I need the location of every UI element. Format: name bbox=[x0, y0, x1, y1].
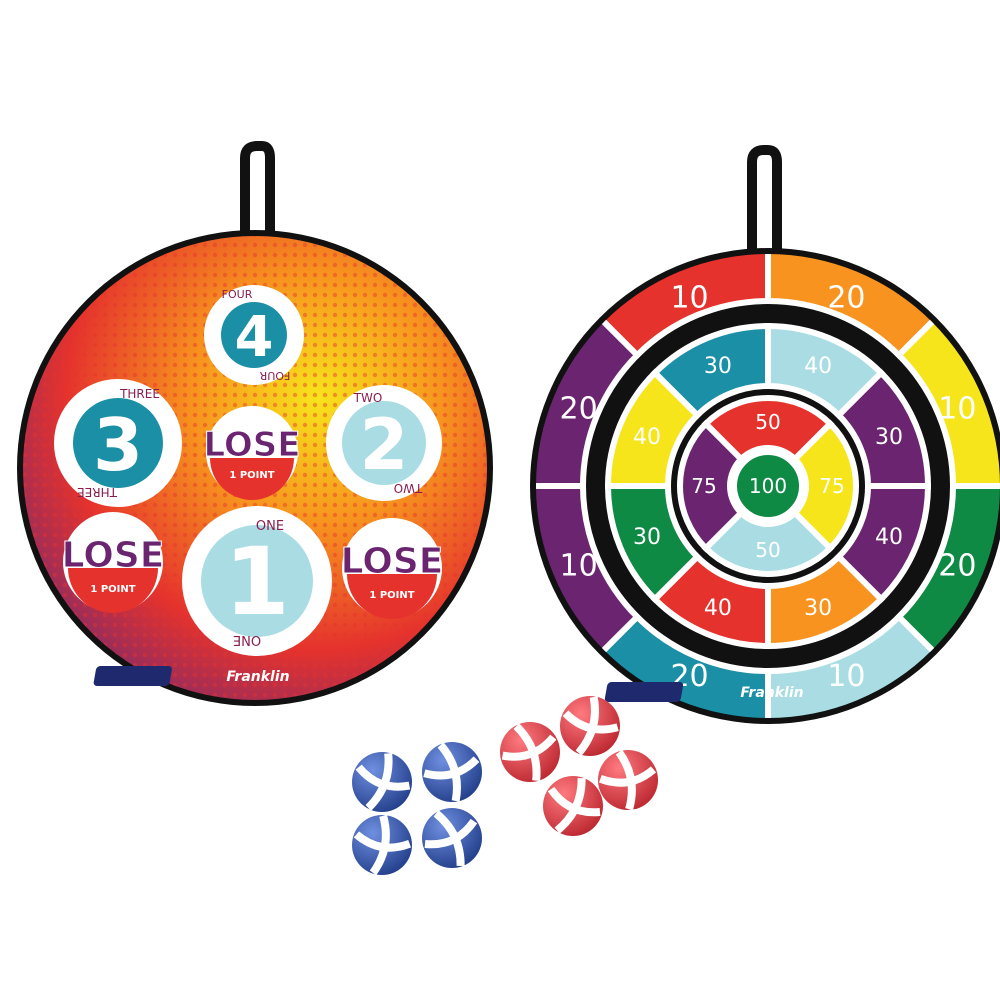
brand-text: Franklin bbox=[226, 669, 289, 685]
middle-score: 40 bbox=[804, 354, 832, 379]
target-two[interactable]: 2 TWO TWO bbox=[326, 385, 442, 501]
target-word-flipped: ONE bbox=[233, 632, 261, 647]
middle-score: 30 bbox=[875, 425, 903, 450]
middle-score: 30 bbox=[704, 354, 732, 379]
red-ball[interactable] bbox=[500, 722, 560, 782]
lose-sub: 1 POINT bbox=[369, 590, 414, 601]
inner-score: 75 bbox=[691, 474, 716, 498]
brand-text: Franklin bbox=[740, 685, 803, 701]
bullseye-score: 100 bbox=[749, 474, 787, 498]
outer-score: 10 bbox=[670, 280, 708, 315]
middle-score: 40 bbox=[633, 425, 661, 450]
target-word: ONE bbox=[256, 519, 284, 534]
outer-score: 20 bbox=[560, 391, 598, 426]
target-word-flipped: FOUR bbox=[259, 369, 290, 382]
target-word: THREE bbox=[119, 387, 160, 401]
lose-label: LOSE bbox=[341, 541, 444, 582]
blue-ball[interactable] bbox=[352, 752, 412, 812]
target-word-flipped: TWO bbox=[394, 481, 424, 495]
target-four[interactable]: 4 FOUR FOUR bbox=[204, 285, 304, 385]
lose-label: LOSE bbox=[203, 425, 300, 465]
target-numeral: 3 bbox=[93, 403, 143, 487]
outer-score: 20 bbox=[827, 280, 865, 315]
red-ball[interactable] bbox=[560, 696, 620, 756]
red-ball[interactable] bbox=[543, 776, 603, 836]
target-numeral: 1 bbox=[224, 528, 289, 637]
blue-ball[interactable] bbox=[422, 808, 482, 868]
target-word: TWO bbox=[353, 391, 383, 405]
target-numeral: 2 bbox=[360, 404, 409, 486]
target-three[interactable]: 3 THREE THREE bbox=[54, 379, 182, 507]
target-one[interactable]: 1 ONE ONE bbox=[182, 506, 332, 656]
middle-score: 40 bbox=[704, 596, 732, 621]
outer-score: 10 bbox=[560, 548, 598, 583]
sticky-balls bbox=[352, 696, 658, 876]
left-dartboard[interactable]: 4 FOUR FOUR 3 THREE THREE 2 TWO TWO 1 ON… bbox=[17, 141, 500, 710]
lose-sub: 1 POINT bbox=[229, 470, 274, 481]
red-ball[interactable] bbox=[598, 749, 658, 811]
inner-score: 50 bbox=[755, 410, 780, 434]
product-scene: 4 FOUR FOUR 3 THREE THREE 2 TWO TWO 1 ON… bbox=[17, 141, 1000, 876]
inner-score: 75 bbox=[819, 474, 844, 498]
right-dartboard[interactable]: 10 2010201020102030 4030403040304050755075… bbox=[518, 145, 1000, 736]
target-word: FOUR bbox=[222, 288, 253, 301]
blue-ball[interactable] bbox=[352, 814, 412, 876]
blue-ball[interactable] bbox=[422, 742, 482, 802]
outer-score: 10 bbox=[827, 659, 865, 694]
outer-score: 10 bbox=[938, 391, 976, 426]
lose-sub: 1 POINT bbox=[90, 584, 135, 595]
target-numeral: 4 bbox=[235, 305, 274, 370]
middle-score: 30 bbox=[804, 596, 832, 621]
lose-label: LOSE bbox=[62, 535, 165, 576]
middle-score: 30 bbox=[633, 525, 661, 550]
outer-score: 20 bbox=[938, 548, 976, 583]
hanging-loop-right[interactable] bbox=[747, 145, 782, 250]
target-word-flipped: THREE bbox=[77, 485, 118, 499]
middle-score: 40 bbox=[875, 525, 903, 550]
inner-score: 50 bbox=[755, 538, 780, 562]
